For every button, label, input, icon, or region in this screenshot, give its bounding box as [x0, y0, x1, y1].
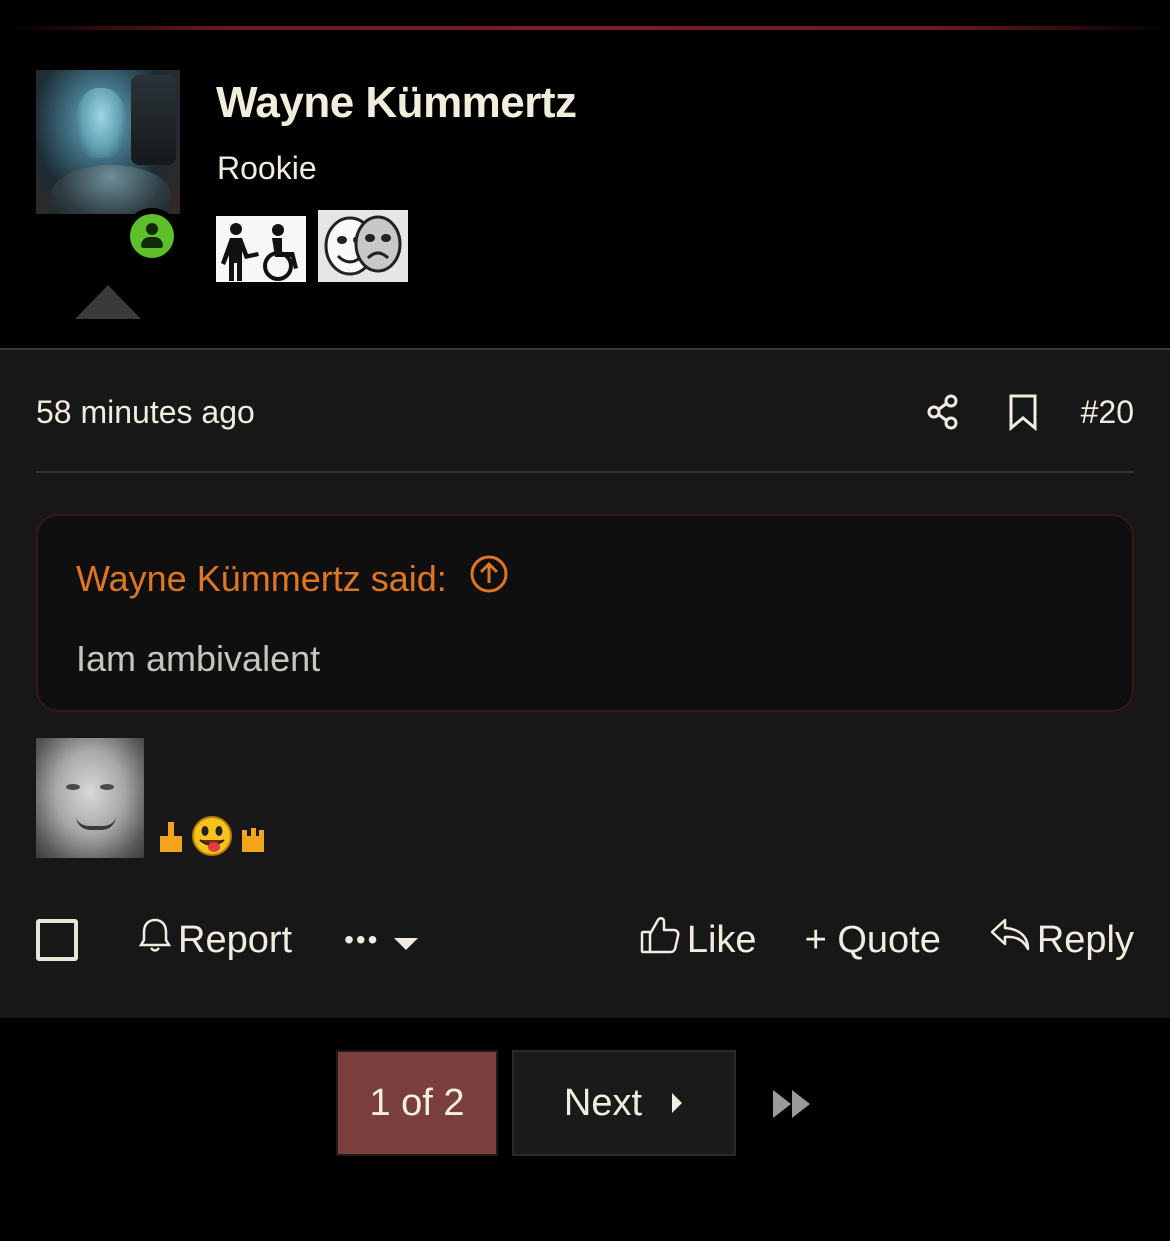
image-detail — [76, 816, 116, 830]
page-current-label: 1 of 2 — [369, 1081, 465, 1124]
select-post-checkbox[interactable] — [36, 919, 78, 961]
next-page-button[interactable]: Next — [512, 1050, 736, 1156]
post-pointer — [75, 285, 141, 319]
report-button[interactable]: Report — [138, 916, 292, 964]
like-button[interactable]: Like — [639, 914, 757, 966]
bookmark-icon[interactable] — [1001, 390, 1045, 434]
post-actions: Report ••• Like + Quote Reply — [36, 910, 1134, 970]
username[interactable]: Wayne Kümmertz — [216, 78, 577, 128]
user-online-icon — [130, 214, 174, 258]
theatre-masks-icon[interactable] — [318, 210, 408, 282]
online-status-badge — [124, 208, 180, 264]
avatar-detail — [131, 75, 176, 165]
avatar-detail — [51, 165, 171, 214]
meta-divider — [36, 471, 1134, 473]
reply-button[interactable]: Reply — [989, 917, 1134, 963]
next-label: Next — [563, 1081, 643, 1124]
post-body: 58 minutes ago #20 Wayne Kümmertz said: … — [0, 348, 1170, 1018]
user-header: Wayne Kümmertz Rookie — [0, 30, 1170, 350]
image-detail — [66, 784, 80, 790]
middle-finger-tongue-emoji — [158, 814, 268, 858]
post-number[interactable]: #20 — [1081, 394, 1134, 431]
bell-icon — [138, 916, 172, 964]
page-selector-button[interactable]: 1 of 2 — [336, 1050, 498, 1156]
pagination: 1 of 2 Next — [0, 1018, 1170, 1241]
like-label: Like — [686, 918, 757, 961]
quote-author[interactable]: Wayne Kümmertz said: — [76, 558, 447, 600]
image-detail — [100, 784, 114, 790]
thumbs-up-icon — [639, 914, 681, 966]
caret-down-icon — [393, 919, 419, 962]
more-label: ••• — [344, 924, 380, 955]
last-page-icon[interactable] — [770, 1086, 814, 1122]
quote-header[interactable]: Wayne Kümmertz said: — [76, 554, 509, 603]
post-timestamp[interactable]: 58 minutes ago — [36, 394, 255, 431]
reply-arrow-icon — [989, 917, 1031, 963]
quote-button[interactable]: + Quote — [805, 919, 941, 962]
share-icon[interactable] — [921, 390, 965, 434]
user-avatar[interactable] — [36, 70, 180, 214]
post-meta: 58 minutes ago #20 — [36, 390, 1134, 434]
more-options-button[interactable]: ••• — [344, 919, 419, 962]
quote-block: Wayne Kümmertz said: Iam ambivalent — [36, 514, 1134, 712]
reply-label: Reply — [1036, 918, 1134, 961]
avatar-detail — [76, 88, 126, 158]
report-label: Report — [178, 918, 293, 961]
caret-right-icon — [670, 1082, 684, 1125]
user-title: Rookie — [217, 150, 317, 186]
arrow-up-circle-icon[interactable] — [469, 554, 509, 603]
quote-label: + Quote — [804, 918, 941, 961]
quote-text: Iam ambivalent — [76, 638, 321, 679]
reaction-image[interactable] — [36, 738, 144, 858]
post-meta-actions: #20 — [921, 390, 1134, 434]
assist-icon[interactable] — [216, 216, 306, 282]
forum-page: Wayne Kümmertz Rookie 58 minutes ago #20… — [0, 0, 1170, 1241]
